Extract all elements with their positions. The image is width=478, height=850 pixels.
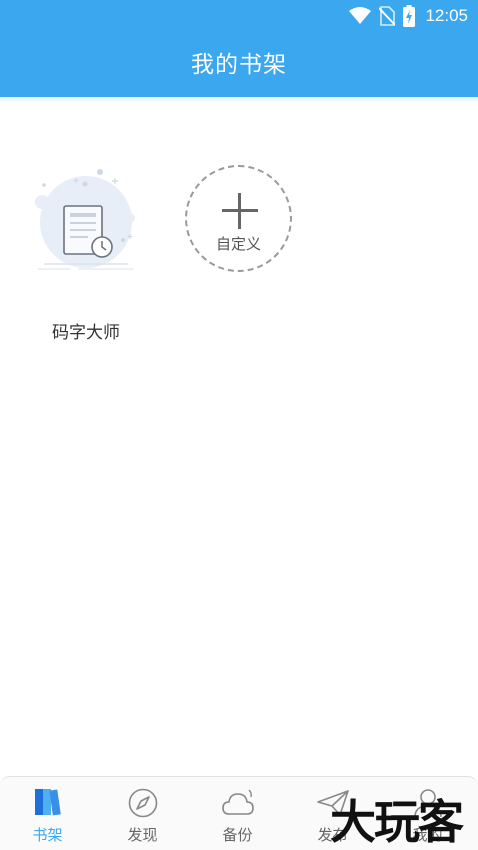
- tab-label: 备份: [222, 826, 253, 844]
- status-time: 12:05: [425, 6, 468, 25]
- book-item-cover[interactable]: [30, 160, 142, 280]
- page-title: 我的书架: [191, 52, 287, 78]
- tab-bookshelf[interactable]: 书架: [0, 777, 95, 850]
- status-bar: 12:05: [0, 0, 478, 32]
- watermark: 大玩客: [330, 795, 464, 849]
- tab-backup[interactable]: 备份: [190, 777, 285, 850]
- tab-label: 书架: [32, 826, 63, 844]
- add-custom-label: 自定义: [215, 235, 261, 253]
- compass-icon: [128, 788, 158, 818]
- document-clock-icon: [35, 169, 135, 270]
- no-sim-icon: [379, 6, 396, 26]
- cloud-icon: [222, 789, 254, 815]
- plus-icon: [222, 193, 258, 229]
- wifi-icon: [349, 7, 372, 24]
- header-shadow: [0, 97, 478, 103]
- battery-charging-icon: [403, 5, 416, 27]
- bookshelf-icon: [35, 789, 61, 816]
- tab-discover[interactable]: 发现: [95, 777, 190, 850]
- tab-label: 发现: [127, 826, 158, 844]
- book-title[interactable]: 码字大师: [40, 318, 132, 343]
- app-header: 12:05 我的书架: [0, 0, 478, 97]
- add-custom-button[interactable]: 自定义: [185, 165, 292, 272]
